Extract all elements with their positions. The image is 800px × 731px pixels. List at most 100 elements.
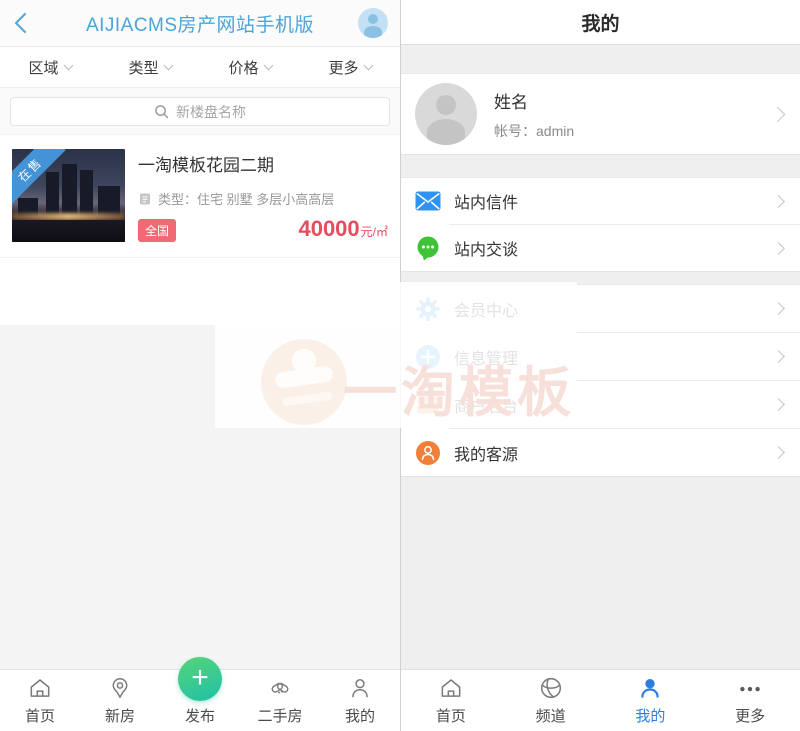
- tab-label: 我的: [345, 705, 375, 726]
- plus-icon: +: [178, 657, 222, 701]
- listing-card[interactable]: 在售 一淘模板花园二期 类型：住宅 别墅 多层小高高层 全国 40000元/㎡: [0, 135, 400, 258]
- profile-row[interactable]: 姓名 帐号：admin: [401, 73, 800, 155]
- tab-label: 新房: [105, 705, 135, 726]
- filter-label: 类型: [128, 57, 158, 78]
- listing-title: 一淘模板花园二期: [138, 151, 388, 176]
- region-badge: 全国: [138, 219, 176, 242]
- search-area: 新楼盘名称: [0, 88, 400, 135]
- menu-item-member-center[interactable]: 会员中心: [401, 285, 800, 332]
- filter-label: 价格: [228, 57, 258, 78]
- tab-home[interactable]: 首页: [0, 670, 80, 731]
- right-header: 我的: [401, 0, 800, 45]
- menu-item-messages[interactable]: 站内信件: [401, 178, 800, 224]
- chevron-right-icon: [772, 398, 785, 411]
- plus-circle-icon: [415, 344, 441, 370]
- empty-list-area: [0, 325, 400, 669]
- chevron-right-icon: [772, 242, 785, 255]
- chevron-down-icon: [63, 60, 73, 70]
- user-avatar-icon[interactable]: [358, 8, 388, 38]
- menu-label: 站内信件: [454, 189, 518, 213]
- left-header: AIJIACMS房产网站手机版: [0, 0, 400, 47]
- chat-icon: [415, 235, 441, 261]
- tab-mine[interactable]: 我的: [320, 670, 400, 731]
- filter-bar: 区域 类型 价格 更多: [0, 47, 400, 88]
- filter-type[interactable]: 类型: [100, 57, 200, 78]
- profile-text: 姓名 帐号：admin: [494, 88, 574, 141]
- merchant-icon: [415, 392, 441, 418]
- listing-meta-text: 类型：住宅 别墅 多层小高高层: [158, 189, 334, 208]
- tab-channels[interactable]: 频道: [501, 670, 601, 731]
- chevron-down-icon: [363, 60, 373, 70]
- location-pin-icon: [107, 675, 133, 701]
- filter-label: 更多: [328, 57, 358, 78]
- tab-publish[interactable]: + 发布: [160, 670, 240, 731]
- user-filled-icon: [637, 675, 663, 701]
- profile-account: 帐号：admin: [494, 121, 574, 141]
- tab-label: 发布: [185, 705, 215, 726]
- tab-new-homes[interactable]: 新房: [80, 670, 160, 731]
- menu-item-merchant[interactable]: 商户后台: [401, 381, 800, 428]
- menu-item-chat[interactable]: 站内交谈: [401, 225, 800, 271]
- menu-item-info-manage[interactable]: 信息管理: [401, 333, 800, 380]
- back-icon[interactable]: [10, 11, 34, 35]
- chevron-right-icon: [770, 106, 786, 122]
- chevron-right-icon: [772, 195, 785, 208]
- globe-icon: [538, 675, 564, 701]
- listing-bottom-row: 全国 40000元/㎡: [138, 216, 388, 242]
- menu-label: 会员中心: [454, 297, 518, 321]
- profile-screen: 我的 姓名 帐号：admin 站内信件: [400, 0, 800, 731]
- app: AIJIACMS房产网站手机版 区域 类型 价格 更多: [0, 0, 800, 731]
- mail-icon: [415, 188, 441, 214]
- menu-label: 我的客源: [454, 441, 518, 465]
- chevron-right-icon: [772, 446, 785, 459]
- gear-icon: [415, 296, 441, 322]
- price-unit: 元/㎡: [361, 225, 388, 239]
- profile-name: 姓名: [494, 88, 574, 113]
- filter-region[interactable]: 区域: [0, 57, 100, 78]
- search-icon: [154, 104, 169, 119]
- handshake-icon: [267, 675, 293, 701]
- listing-price: 40000元/㎡: [298, 216, 388, 242]
- tab-label: 频道: [536, 705, 566, 726]
- tab-home[interactable]: 首页: [401, 670, 501, 731]
- left-tabbar: 首页 新房 + 发布 二手房: [0, 669, 400, 731]
- menu-group-messages: 站内信件 站内交谈: [401, 177, 800, 272]
- home-icon: [27, 675, 53, 701]
- listing-screen: AIJIACMS房产网站手机版 区域 类型 价格 更多: [0, 0, 400, 731]
- menu-label: 站内交谈: [454, 236, 518, 260]
- menu-group-account: 会员中心 信息管理 商户后台: [401, 284, 800, 477]
- avatar-placeholder-icon: [415, 83, 477, 145]
- menu-item-my-clients[interactable]: 我的客源: [401, 429, 800, 476]
- page-title: 我的: [581, 9, 619, 36]
- tab-label: 我的: [635, 705, 665, 726]
- price-number: 40000: [298, 216, 359, 241]
- more-dots-icon: [737, 675, 763, 701]
- chevron-down-icon: [163, 60, 173, 70]
- chevron-right-icon: [772, 350, 785, 363]
- chevron-right-icon: [772, 302, 785, 315]
- menu-label: 信息管理: [454, 345, 518, 369]
- filter-label: 区域: [28, 57, 58, 78]
- tab-second-hand[interactable]: 二手房: [240, 670, 320, 731]
- tab-label: 首页: [25, 705, 55, 726]
- listing-meta: 类型：住宅 别墅 多层小高高层: [138, 189, 388, 208]
- tab-mine-active[interactable]: 我的: [601, 670, 701, 731]
- search-placeholder: 新楼盘名称: [176, 102, 246, 122]
- listing-photo: 在售: [12, 149, 125, 242]
- search-input[interactable]: 新楼盘名称: [10, 97, 390, 126]
- tab-label: 首页: [436, 705, 466, 726]
- menu-label: 商户后台: [454, 393, 518, 417]
- filter-more[interactable]: 更多: [300, 57, 400, 78]
- filter-price[interactable]: 价格: [200, 57, 300, 78]
- user-icon: [347, 675, 373, 701]
- home-icon: [438, 675, 464, 701]
- customer-icon: [415, 440, 441, 466]
- listing-info: 一淘模板花园二期 类型：住宅 别墅 多层小高高层 全国 40000元/㎡: [138, 149, 388, 242]
- tab-more[interactable]: 更多: [700, 670, 800, 731]
- document-icon: [138, 192, 152, 206]
- page-title: AIJIACMS房产网站手机版: [0, 10, 400, 37]
- right-tabbar: 首页 频道 我的 更多: [401, 669, 800, 731]
- chevron-down-icon: [263, 60, 273, 70]
- tab-label: 更多: [735, 705, 765, 726]
- tab-label: 二手房: [257, 705, 302, 726]
